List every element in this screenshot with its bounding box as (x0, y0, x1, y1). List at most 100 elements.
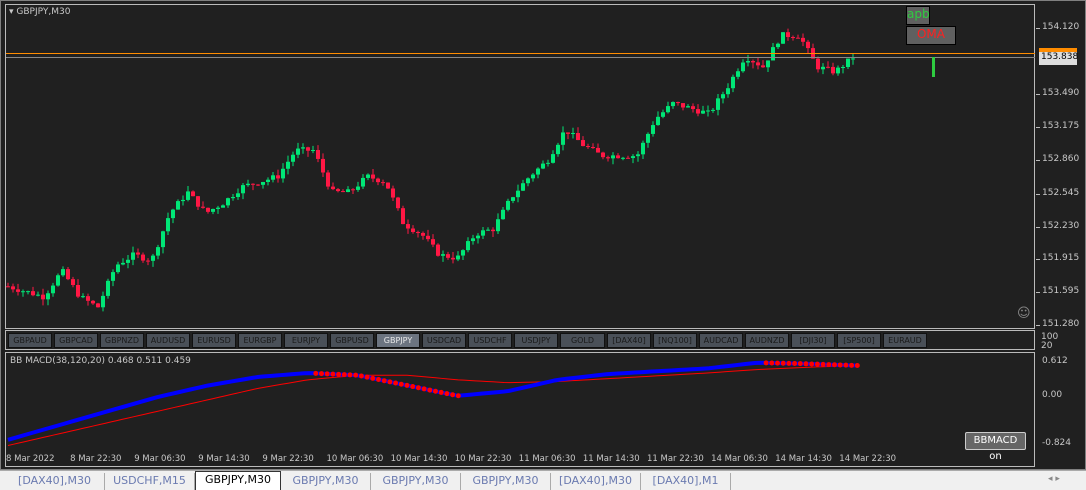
candle-body (636, 154, 640, 157)
tab-4[interactable]: GBPJPY,M30 (371, 473, 461, 490)
candle-body (471, 238, 475, 242)
macd-falling-dot (786, 360, 792, 366)
macd-falling-dot (450, 392, 456, 398)
macd-falling-dot (837, 362, 843, 368)
candle-body (531, 174, 535, 179)
time-axis-label: 11 Mar 06:30 (518, 454, 576, 464)
candle-body (191, 191, 195, 197)
candle-body (526, 178, 530, 184)
candle-body (216, 207, 220, 209)
time-axis-label: 8 Mar 2022 (6, 454, 55, 464)
candle-body (666, 106, 670, 113)
candle-body (21, 291, 25, 293)
time-axis-label: 9 Mar 06:30 (134, 454, 186, 464)
candle-body (171, 209, 175, 219)
candle-body (621, 157, 625, 159)
price-axis-label: 151.595 (1042, 286, 1080, 296)
candle-body (261, 181, 265, 185)
candle-body (136, 252, 140, 255)
candle-body (626, 157, 630, 159)
candle-body (341, 191, 345, 193)
candle-body (631, 156, 635, 159)
macd-falling-dot (826, 362, 832, 368)
chart-canvas (6, 28, 1035, 446)
tab-6[interactable]: [DAX40],M30 (551, 473, 641, 490)
macd-falling-dot (381, 378, 387, 384)
macd-falling-dot (814, 361, 820, 367)
candle-body (206, 207, 210, 212)
candle-body (176, 201, 180, 210)
price-axis-label: 152.860 (1042, 154, 1080, 164)
candle-body (791, 37, 795, 39)
candle-body (566, 132, 570, 134)
candle-body (571, 133, 575, 135)
candle-body (786, 32, 790, 38)
candle-body (741, 62, 745, 72)
tab-7[interactable]: [DAX40],M1 (641, 473, 731, 490)
candle-body (466, 241, 470, 251)
candle-body (836, 67, 840, 74)
tab-1[interactable]: USDCHF,M15 (105, 473, 195, 490)
macd-falling-dot (444, 391, 450, 397)
price-tick (1036, 194, 1040, 195)
candle-body (501, 209, 505, 220)
tab-2[interactable]: GBPJPY,M30 (195, 471, 281, 490)
signal-line (7, 365, 858, 446)
candle-body (826, 66, 830, 68)
tab-scroll-arrows[interactable]: ◂ ▸ (1048, 474, 1060, 484)
candle-body (286, 161, 290, 169)
macd-falling-dot (324, 371, 330, 377)
candle-body (591, 147, 595, 149)
candle-body (126, 259, 130, 263)
candle-body (706, 110, 710, 112)
candle-body (406, 224, 410, 229)
apb-button[interactable]: apb (906, 6, 930, 25)
chart-tabs: [DAX40],M30 USDCHF,M15 GBPJPY,M30 GBPJPY,M3… (0, 470, 1086, 490)
candle-body (211, 208, 215, 212)
candle-body (846, 58, 850, 67)
candle-body (831, 66, 835, 74)
candle-body (361, 177, 365, 187)
chart-window: GBPAUD GBPCAD GBPNZD AUDUSD EURUSD EURGBP EURJ… (0, 0, 1086, 470)
time-axis-label: 10 Mar 14:30 (390, 454, 448, 464)
macd-falling-dot (370, 375, 376, 381)
price-tick (1036, 325, 1040, 326)
candle-body (231, 197, 235, 199)
time-axis-label: 11 Mar 22:30 (647, 454, 704, 464)
candle-body (651, 125, 655, 134)
price-tick (1036, 259, 1040, 260)
bbmacd-toggle-button[interactable]: BBMACD on (965, 432, 1026, 462)
macd-falling-dot (364, 374, 370, 380)
macd-falling-dot (820, 361, 826, 367)
candle-body (246, 183, 250, 186)
macd-falling-dot (341, 372, 347, 378)
candle-body (26, 291, 30, 293)
candle-body (521, 183, 525, 191)
candle-body (851, 58, 855, 60)
time-axis-label: 10 Mar 06:30 (326, 454, 384, 464)
candle-body (581, 140, 585, 147)
candle-body (121, 262, 125, 265)
candle-body (806, 41, 810, 49)
candle-body (516, 190, 520, 198)
macd-falling-dot (455, 393, 461, 399)
candle-body (381, 182, 385, 184)
price-axis-label: 152.230 (1042, 221, 1080, 231)
candle-body (611, 155, 615, 159)
macd-falling-dot (438, 389, 444, 395)
candle-body (356, 186, 360, 190)
candle-body (271, 175, 275, 180)
candle-body (16, 289, 20, 292)
tab-3[interactable]: GBPJPY,M30 (281, 473, 371, 490)
tab-0[interactable]: [DAX40],M30 (5, 473, 105, 490)
candle-body (456, 255, 460, 260)
oma-button[interactable]: OMA (906, 26, 956, 45)
candle-body (436, 244, 440, 256)
macd-falling-dot (803, 361, 809, 367)
tab-5[interactable]: GBPJPY,M30 (461, 473, 551, 490)
candle-body (676, 102, 680, 104)
candle-body (546, 162, 550, 164)
candle-body (346, 189, 350, 193)
candle-body (151, 255, 155, 261)
candle-body (186, 191, 190, 200)
